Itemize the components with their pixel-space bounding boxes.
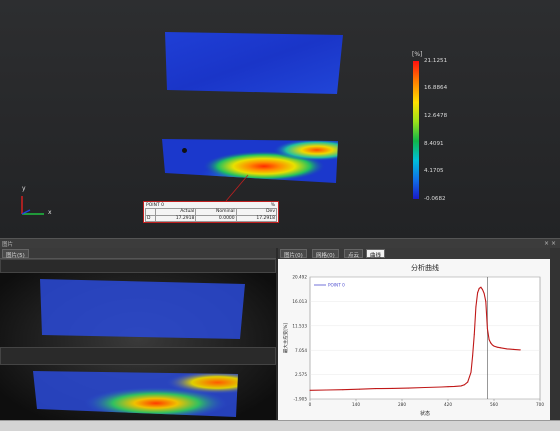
x-tick-label: 560 — [490, 402, 498, 407]
clamp-top — [0, 259, 276, 273]
data-point — [447, 386, 449, 388]
legend-label: POINT 0 — [328, 283, 345, 288]
specimen-bottom-surface[interactable] — [162, 139, 338, 183]
axis-y-label: y — [22, 185, 26, 192]
chart-title: 分析曲线 — [411, 263, 439, 272]
image-overlay-top — [40, 279, 245, 339]
axis-triad-icon — [21, 196, 44, 215]
axis-x-label: x — [48, 209, 52, 216]
x-tick-label: 0 — [309, 402, 312, 407]
data-point — [472, 355, 474, 357]
data-point — [506, 348, 508, 350]
tab-images[interactable]: 图片(5) — [2, 249, 29, 259]
data-point — [486, 328, 488, 330]
table-row: D 17.2918 0.0000 17.2918 — [145, 214, 278, 222]
status-bar — [0, 420, 560, 431]
divider-label: 图片 — [2, 242, 14, 248]
legend-tick: 21.1251 — [424, 58, 448, 64]
y-tick-label: 20.492 — [292, 275, 307, 280]
legend-unit: [%] — [412, 51, 423, 58]
y-tick-label: -1.905 — [294, 397, 308, 402]
data-point — [375, 388, 377, 390]
image-panel: 图片(5) — [0, 248, 276, 420]
data-point — [488, 339, 490, 341]
data-point — [342, 389, 344, 391]
point-values: Actual Nominal Dev D 17.2918 0.0000 17.2… — [145, 208, 278, 222]
y-tick-label: 2.575 — [295, 372, 307, 377]
y-tick-label: 11.533 — [292, 323, 307, 328]
data-point — [475, 306, 477, 308]
data-point — [391, 387, 393, 389]
tab-curve[interactable]: 曲线 — [366, 249, 386, 259]
data-point — [408, 387, 410, 389]
3d-viewport[interactable]: POINT 0 % Actual Nominal Dev D 17.2918 0… — [0, 0, 560, 238]
data-point — [477, 292, 479, 294]
data-point — [463, 384, 465, 386]
analysis-chart[interactable]: 分析曲线 20.492 16.013 11.533 7.054 2.575 -1.9050 1… — [278, 259, 550, 420]
legend-tick: 12.6478 — [424, 113, 448, 119]
data-point — [485, 301, 487, 302]
data-point — [473, 333, 475, 335]
clamp-middle — [0, 347, 276, 365]
data-point — [358, 388, 360, 390]
specimen-top-surface[interactable] — [165, 32, 345, 94]
tab-pointcloud[interactable]: 点云 — [344, 249, 364, 259]
table-cell: 0.0000 — [195, 214, 237, 222]
legend-tick: 4.1705 — [424, 168, 444, 174]
color-legend-bar — [413, 61, 419, 199]
data-point — [483, 292, 485, 294]
panel-divider[interactable]: 图片 × × — [0, 238, 560, 248]
x-tick-label: 140 — [352, 402, 360, 407]
right-scrollbar[interactable] — [550, 248, 560, 420]
point-info-table[interactable]: POINT 0 % Actual Nominal Dev D 17.2918 0… — [143, 201, 279, 223]
x-axis-label: 状态 — [420, 410, 430, 417]
data-point — [454, 385, 456, 387]
point-0-marker[interactable] — [182, 148, 187, 153]
data-point — [519, 349, 521, 351]
camera-image[interactable] — [0, 259, 276, 420]
data-point — [513, 348, 515, 350]
legend-tick: -0.0682 — [424, 196, 446, 202]
tab-images[interactable]: 图片(0) — [280, 249, 307, 259]
data-point — [460, 385, 462, 387]
legend-ticks: 21.1251 16.8864 12.6478 8.4091 4.1705 -0… — [424, 58, 464, 203]
x-tick-label: 700 — [536, 402, 544, 407]
table-cell: 17.2918 — [154, 214, 197, 222]
data-point — [491, 344, 493, 346]
data-point — [440, 386, 442, 388]
image-tabbar: 图片(5) — [0, 248, 276, 259]
data-point — [500, 347, 502, 349]
data-point — [496, 346, 498, 348]
legend-tick: 16.8864 — [424, 85, 448, 91]
data-point — [493, 345, 495, 347]
y-tick-label: 7.054 — [295, 348, 307, 353]
data-point — [482, 289, 483, 290]
data-point — [490, 342, 492, 344]
curve-panel: 图片(0) 网格(0) 点云 曲线 分析曲线 20.492 16.013 11.533… — [278, 248, 550, 420]
data-point — [480, 286, 482, 288]
x-tick-label: 420 — [444, 402, 452, 407]
legend-tick: 8.4091 — [424, 141, 444, 147]
close-icon[interactable]: × × — [544, 240, 556, 247]
data-point — [467, 381, 469, 383]
data-point — [325, 389, 327, 391]
curve-tabbar: 图片(0) 网格(0) 点云 曲线 — [278, 248, 550, 259]
plot-area — [309, 276, 541, 400]
app-root: POINT 0 % Actual Nominal Dev D 17.2918 0… — [0, 0, 560, 431]
x-tick-label: 280 — [398, 402, 406, 407]
table-cell: 17.2918 — [235, 214, 278, 222]
image-overlay-bottom — [33, 371, 238, 417]
y-axis-label: 最大主应变[%] — [282, 323, 289, 354]
data-point — [424, 387, 426, 388]
data-point — [309, 389, 311, 391]
data-point — [470, 371, 472, 373]
y-tick-label: 16.013 — [292, 299, 307, 304]
table-cell: D — [145, 214, 156, 222]
tab-mesh[interactable]: 网格(0) — [312, 249, 339, 259]
data-point — [478, 287, 480, 289]
